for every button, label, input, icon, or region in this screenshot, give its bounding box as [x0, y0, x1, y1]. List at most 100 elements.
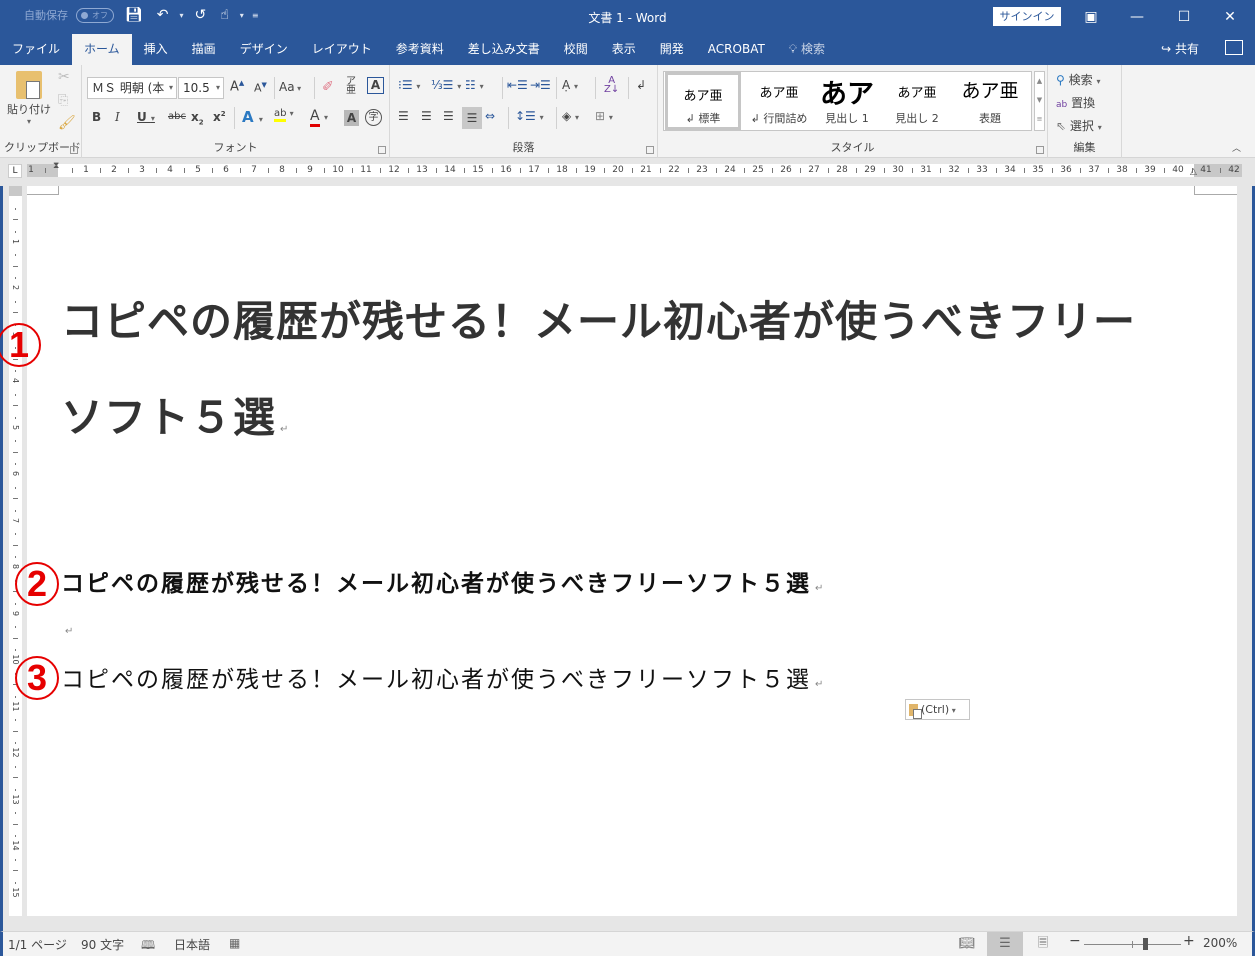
tab-developer[interactable]: 開発 [648, 34, 696, 65]
signin-button[interactable]: サインイン [993, 7, 1061, 26]
replace-button[interactable]: ab 置換 [1056, 94, 1095, 111]
horizontal-ruler[interactable]: 1 1 2 3 4 5 6 7 8 9 10 11 12 13 14 15 16 17 18 19 20 21 22 23 24… [27, 161, 1242, 177]
styles-gallery-scroll[interactable]: ▲ ▼ ≡ [1034, 71, 1045, 131]
borders-icon[interactable]: ⊞ ▾ [595, 109, 613, 123]
first-line-indent-marker[interactable]: ⧗ [53, 161, 59, 171]
styles-launcher-icon[interactable] [1036, 146, 1044, 154]
language-indicator[interactable]: 日本語 [174, 936, 210, 953]
right-indent-marker[interactable]: △ [1190, 167, 1197, 177]
tab-review[interactable]: 校閲 [552, 34, 600, 65]
character-shading-icon[interactable]: A [344, 110, 359, 126]
tab-draw[interactable]: 描画 [180, 34, 228, 65]
clear-formatting-icon[interactable]: ✐ [322, 79, 334, 95]
enclose-characters-icon[interactable]: 字 [365, 109, 382, 126]
tab-home[interactable]: ホーム [72, 34, 132, 65]
touch-mode-icon[interactable]: ☝︎ [217, 7, 232, 23]
zoom-percent[interactable]: 200% [1203, 936, 1237, 950]
show-paragraph-marks-icon[interactable]: ↲ [636, 78, 646, 92]
undo-icon[interactable]: ↶ [154, 7, 172, 23]
line-spacing-icon[interactable]: ↕☰ ▾ [515, 109, 544, 123]
word-count[interactable]: 90 文字 [81, 936, 124, 953]
save-icon[interactable]: 💾︎ [122, 7, 146, 23]
tab-insert[interactable]: 挿入 [132, 34, 180, 65]
distributed-icon[interactable]: ⇔ [485, 109, 495, 123]
text-effects-icon[interactable]: A ▾ [242, 108, 263, 126]
paragraph-launcher-icon[interactable] [646, 146, 654, 154]
decrease-indent-icon[interactable]: ⇤☰ [507, 78, 528, 92]
sort-icon[interactable]: A Z↓ [604, 76, 619, 95]
strikethrough-button[interactable]: abc [168, 111, 186, 122]
align-left-icon[interactable]: ☰ [398, 109, 409, 123]
style-no-spacing[interactable]: あア亜 ↲ 行間詰め [741, 72, 817, 130]
paste-button[interactable]: 貼り付け ▾ [6, 71, 52, 126]
font-launcher-icon[interactable] [378, 146, 386, 154]
asian-layout-icon[interactable]: Ạ ▾ [562, 78, 578, 92]
bullets-icon[interactable]: ⁝☰ ▾ [398, 78, 420, 92]
scroll-down-icon[interactable]: ▼ [1035, 91, 1044, 110]
document-page[interactable]: コピペの履歴が残せる！メール初心者が使うべきフリー ソフト５選 ↵ コピペの履歴が… [27, 186, 1237, 916]
print-layout-icon[interactable]: ☰ [987, 932, 1023, 956]
proofing-icon[interactable]: 🕮︎ [141, 936, 155, 956]
grow-font-icon[interactable]: A▲ [230, 79, 244, 94]
undo-dropdown-icon[interactable]: ▾ [180, 11, 184, 20]
font-name-select[interactable]: ＭＳ 明朝 (本 ▾ [87, 77, 177, 99]
style-normal[interactable]: あア亜 ↲ 標準 [665, 72, 741, 130]
macro-recording-icon[interactable]: ▦ [229, 936, 240, 950]
customize-qat-icon[interactable]: ≡ [252, 11, 259, 20]
subscript-button[interactable]: x2 [191, 110, 204, 126]
paste-options-button[interactable]: (Ctrl) ▾ [905, 699, 970, 720]
superscript-button[interactable]: x2 [213, 110, 226, 124]
numbering-icon[interactable]: ⅓☰ ▾ [431, 78, 461, 92]
share-button[interactable]: ↪ 共有 [1161, 34, 1199, 65]
justify-icon[interactable]: ☰ [462, 107, 482, 129]
touch-mode-dropdown-icon[interactable]: ▾ [240, 11, 244, 20]
collapse-ribbon-icon[interactable]: ︿ [1232, 141, 1241, 154]
align-center-icon[interactable]: ☰ [421, 109, 432, 123]
tab-view[interactable]: 表示 [600, 34, 648, 65]
tab-acrobat[interactable]: ACROBAT [696, 34, 777, 65]
redo-icon[interactable]: ↺ [192, 7, 210, 23]
format-painter-icon[interactable]: 🖌︎ [58, 115, 76, 131]
maximize-button[interactable]: ☐ [1161, 5, 1207, 29]
tab-file[interactable]: ファイル [0, 34, 72, 65]
heading-paragraph[interactable]: コピペの履歴が残せる！メール初心者が使うべきフリー ソフト５選 ↵ [61, 274, 1201, 478]
web-layout-icon[interactable]: 🗏︎ [1025, 932, 1061, 956]
tab-selector[interactable]: L [8, 164, 22, 178]
style-heading-2[interactable]: あア亜 見出し 2 [879, 72, 955, 130]
phonetic-guide-icon[interactable]: ア亜 [346, 77, 356, 96]
style-title[interactable]: あア亜 表題 [952, 72, 1028, 130]
style-heading-1[interactable]: あア 見出し 1 [809, 72, 885, 130]
shading-icon[interactable]: ◈ ▾ [562, 109, 579, 123]
underline-button[interactable]: U ▾ [137, 110, 155, 124]
multilevel-list-icon[interactable]: ☷ ▾ [465, 78, 484, 92]
clipboard-launcher-icon[interactable] [70, 146, 78, 154]
copy-icon[interactable]: ⎘ [58, 93, 68, 108]
find-button[interactable]: ⚲ 検索 ▾ [1056, 71, 1100, 88]
font-size-select[interactable]: 10.5 ▾ [178, 77, 224, 99]
gallery-more-icon[interactable]: ≡ [1035, 110, 1044, 129]
shrink-font-icon[interactable]: A▼ [254, 81, 267, 95]
close-button[interactable]: ✕ [1207, 5, 1253, 29]
select-button[interactable]: ⇖ 選択 ▾ [1056, 117, 1102, 134]
comments-icon[interactable] [1225, 40, 1243, 55]
scroll-up-icon[interactable]: ▲ [1035, 72, 1044, 91]
font-color-icon[interactable]: A ▾ [310, 108, 328, 127]
tab-mailings[interactable]: 差し込み文書 [456, 34, 552, 65]
tab-layout[interactable]: レイアウト [300, 34, 384, 65]
minimize-button[interactable]: — [1114, 5, 1160, 29]
cut-icon[interactable]: ✂ [58, 69, 70, 85]
plain-mincho-paragraph[interactable]: コピペの履歴が残せる！メール初心者が使うべきフリーソフト５選 ↵ [61, 660, 823, 694]
change-case-button[interactable]: Aa ▾ [279, 80, 301, 94]
highlight-color-icon[interactable]: ab ▾ [274, 108, 294, 122]
italic-button[interactable]: I [115, 110, 120, 124]
zoom-slider-thumb[interactable] [1142, 938, 1148, 950]
paste-dropdown-icon[interactable]: ▾ [6, 117, 52, 126]
tab-references[interactable]: 参考資料 [384, 34, 456, 65]
read-mode-icon[interactable]: 📖︎ [949, 932, 985, 956]
tab-design[interactable]: デザイン [228, 34, 300, 65]
tell-me-search[interactable]: 💡︎ 検索 [777, 34, 825, 65]
bold-mincho-paragraph[interactable]: コピペの履歴が残せる！メール初心者が使うべきフリーソフト５選 ↵ [61, 564, 823, 598]
zoom-out-button[interactable]: − [1069, 933, 1081, 949]
vertical-ruler[interactable]: 1 2 3 4 5 6 7 8 9 10 11 12 13 14 15 [9, 186, 22, 916]
zoom-in-button[interactable]: + [1183, 933, 1195, 949]
